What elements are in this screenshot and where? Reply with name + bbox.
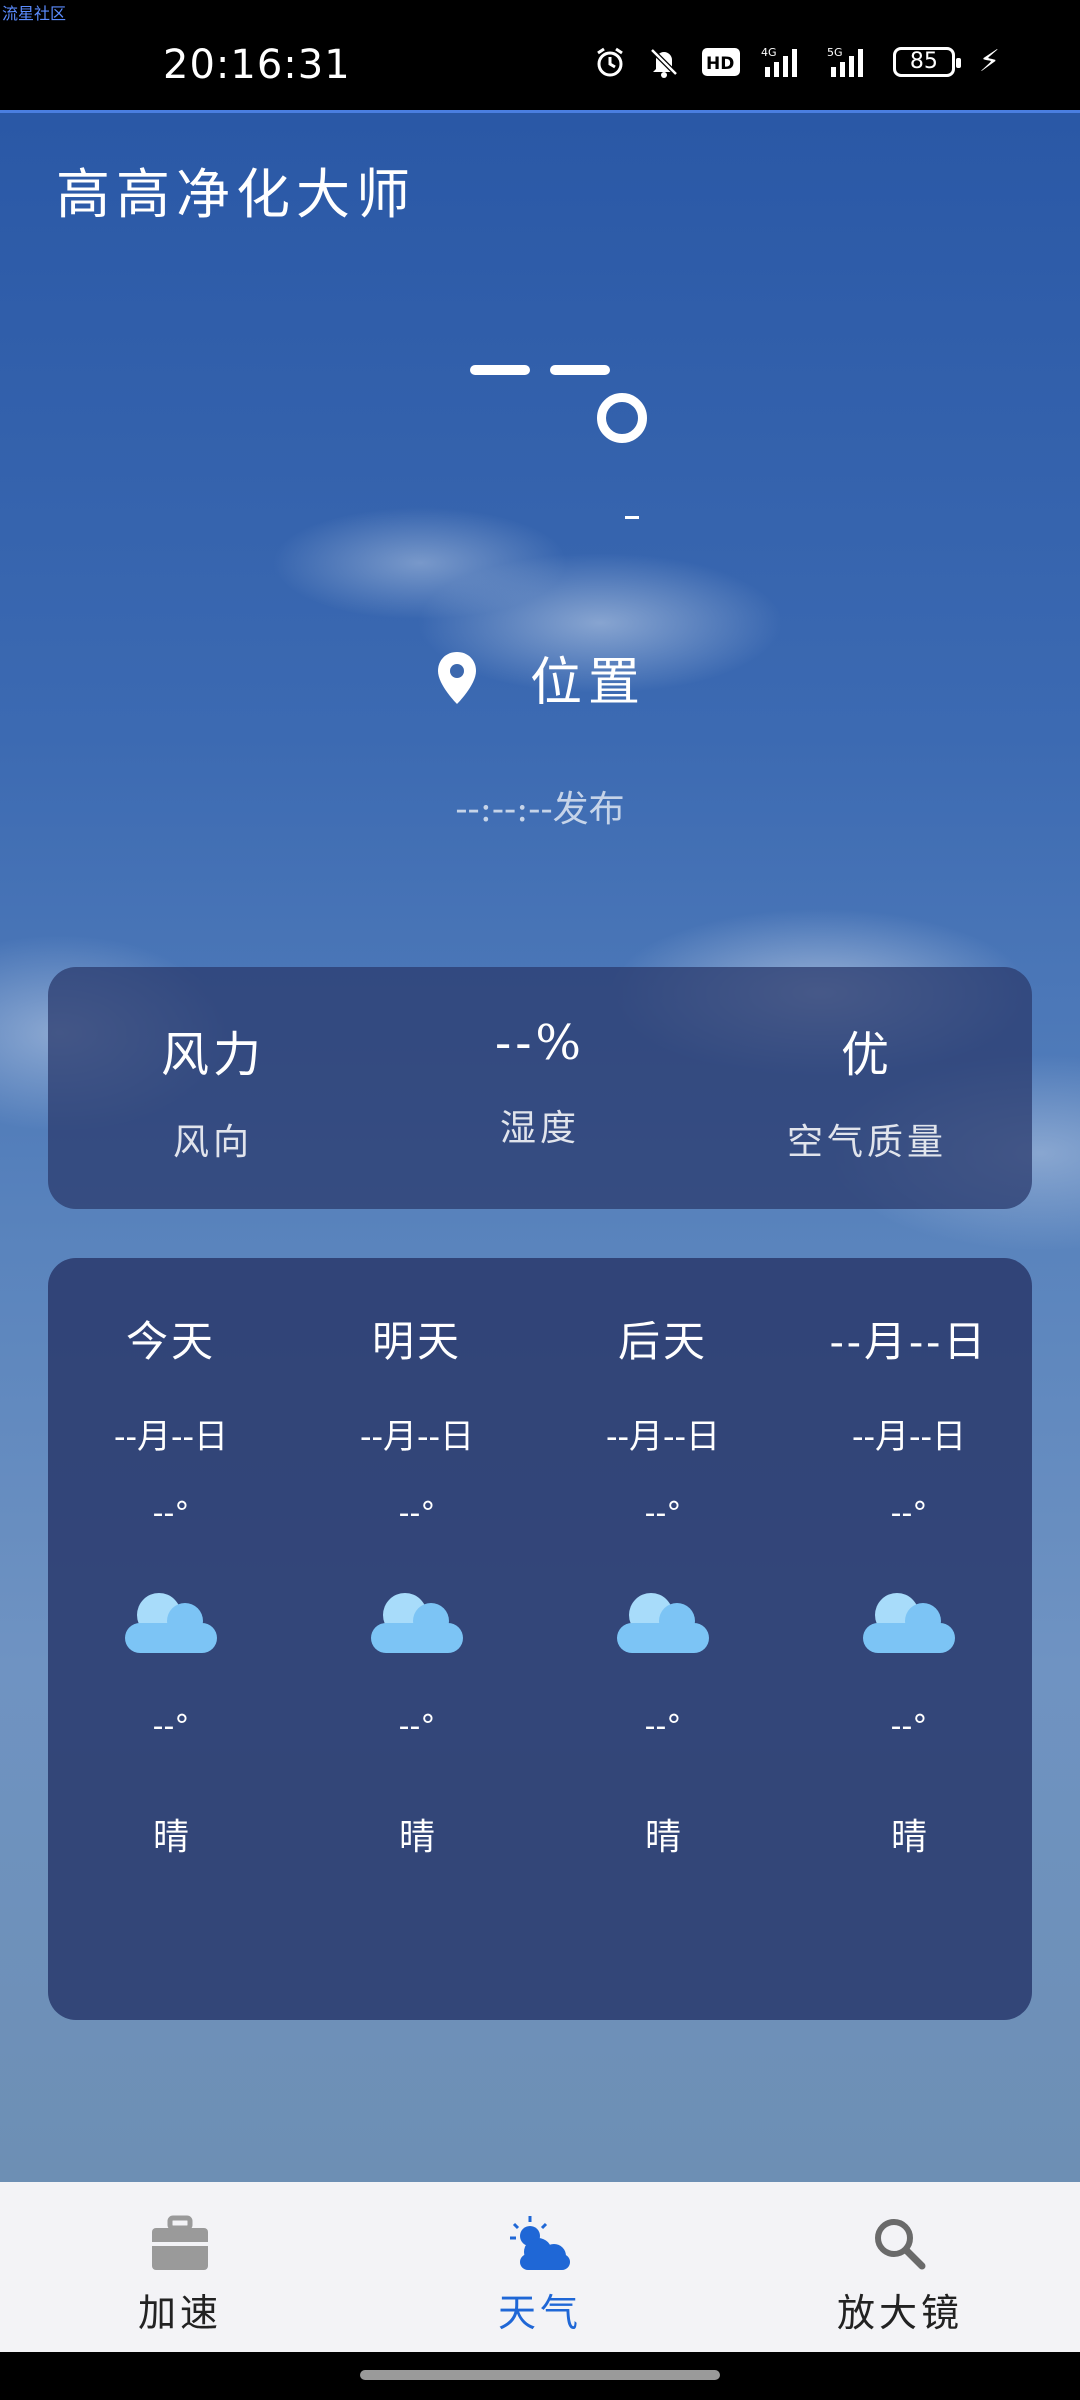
metric-wind: 风力 风向 (48, 1015, 378, 1165)
day-condition: 晴 (890, 1817, 927, 1858)
day-high-temp: --° (644, 1496, 682, 1531)
forecast-day[interactable]: --月--日 --月--日 --° --° 晴 (786, 1308, 1032, 1860)
forecast-card: 今天 --月--日 --° --° 晴 明天 --月--日 --° --° 晴 … (48, 1258, 1032, 2020)
alarm-icon (593, 45, 627, 79)
signal-5g-icon: 5G (827, 45, 873, 79)
toolbox-icon (152, 2215, 208, 2270)
day-name: --月--日 (829, 1317, 989, 1366)
temperature-placeholder (470, 365, 610, 375)
wind-value: 风力 (160, 1027, 265, 1083)
day-date: --月--日 (852, 1417, 966, 1457)
current-temperature (0, 365, 1080, 389)
cloud-icon (125, 1593, 217, 1653)
nav-label: 加速 (137, 2291, 222, 2335)
cloud-icon (371, 1593, 463, 1653)
svg-text:4G: 4G (761, 46, 777, 59)
charging-icon: ⚡ (978, 44, 1000, 79)
metric-humidity: --% 湿度 (375, 1015, 705, 1151)
cloud-icon (617, 1593, 709, 1653)
humidity-label: 湿度 (499, 1108, 580, 1149)
day-low-temp: --° (398, 1709, 436, 1744)
nav-item-magnifier[interactable]: 放大镜 (790, 2214, 1010, 2337)
status-time: 20:16:31 (163, 42, 351, 88)
corner-tag: 流星社区 (2, 4, 67, 23)
humidity-value: --% (494, 1015, 586, 1071)
location-name: 位置 (529, 653, 646, 713)
mute-bell-icon (647, 45, 681, 79)
magnifier-icon (875, 2219, 926, 2270)
day-condition: 晴 (398, 1817, 435, 1858)
nav-label: 放大镜 (836, 2291, 963, 2335)
gesture-area (0, 2352, 1080, 2400)
battery-level: 85 (909, 49, 938, 74)
air-quality-value: 优 (840, 1027, 893, 1083)
bottom-navigation: 加速 天气 放大镜 (0, 2182, 1080, 2352)
day-high-temp: --° (398, 1496, 436, 1531)
forecast-day[interactable]: 后天 --月--日 --° --° 晴 (540, 1308, 786, 1860)
temperature-unit-placeholder (625, 516, 639, 519)
day-low-temp: --° (152, 1709, 190, 1744)
forecast-day[interactable]: 今天 --月--日 --° --° 晴 (48, 1308, 294, 1860)
forecast-day[interactable]: 明天 --月--日 --° --° 晴 (294, 1308, 540, 1860)
location-pin-icon (437, 651, 476, 704)
day-name: 后天 (617, 1317, 708, 1366)
wind-label: 风向 (172, 1122, 253, 1163)
app-title: 高高净化大师 (56, 163, 416, 226)
svg-text:HD: HD (706, 54, 734, 74)
nav-item-accelerate[interactable]: 加速 (70, 2214, 290, 2337)
air-quality-label: 空气质量 (786, 1122, 947, 1163)
day-condition: 晴 (152, 1817, 189, 1858)
cloud-icon (863, 1593, 955, 1653)
nav-item-weather[interactable]: 天气 (430, 2214, 650, 2337)
day-high-temp: --° (890, 1496, 928, 1531)
metric-air-quality: 优 空气质量 (702, 1015, 1032, 1165)
degree-symbol (597, 393, 647, 443)
day-name: 今天 (125, 1317, 216, 1366)
nav-label: 天气 (497, 2291, 582, 2335)
status-icons: HD 4G 5G 85 ⚡ (593, 44, 1000, 79)
day-high-temp: --° (152, 1496, 190, 1531)
location-row[interactable]: 位置 (0, 640, 1080, 715)
day-date: --月--日 (114, 1417, 228, 1457)
hd-icon: HD (701, 47, 741, 77)
home-indicator[interactable] (360, 2370, 720, 2380)
battery-icon: 85 (892, 46, 961, 77)
day-condition: 晴 (644, 1817, 681, 1858)
metrics-card: 风力 风向 --% 湿度 优 空气质量 (48, 967, 1032, 1209)
signal-4g-icon: 4G (761, 45, 807, 79)
day-low-temp: --° (890, 1709, 928, 1744)
day-low-temp: --° (644, 1709, 682, 1744)
day-name: 明天 (371, 1317, 462, 1366)
day-date: --月--日 (360, 1417, 474, 1457)
svg-text:5G: 5G (827, 46, 843, 59)
status-bar: 流星社区 20:16:31 HD 4G 5G 85 ⚡ (0, 0, 1080, 110)
day-date: --月--日 (606, 1417, 720, 1457)
publish-time: --:--:--发布 (455, 789, 625, 830)
weather-icon (510, 2216, 570, 2270)
